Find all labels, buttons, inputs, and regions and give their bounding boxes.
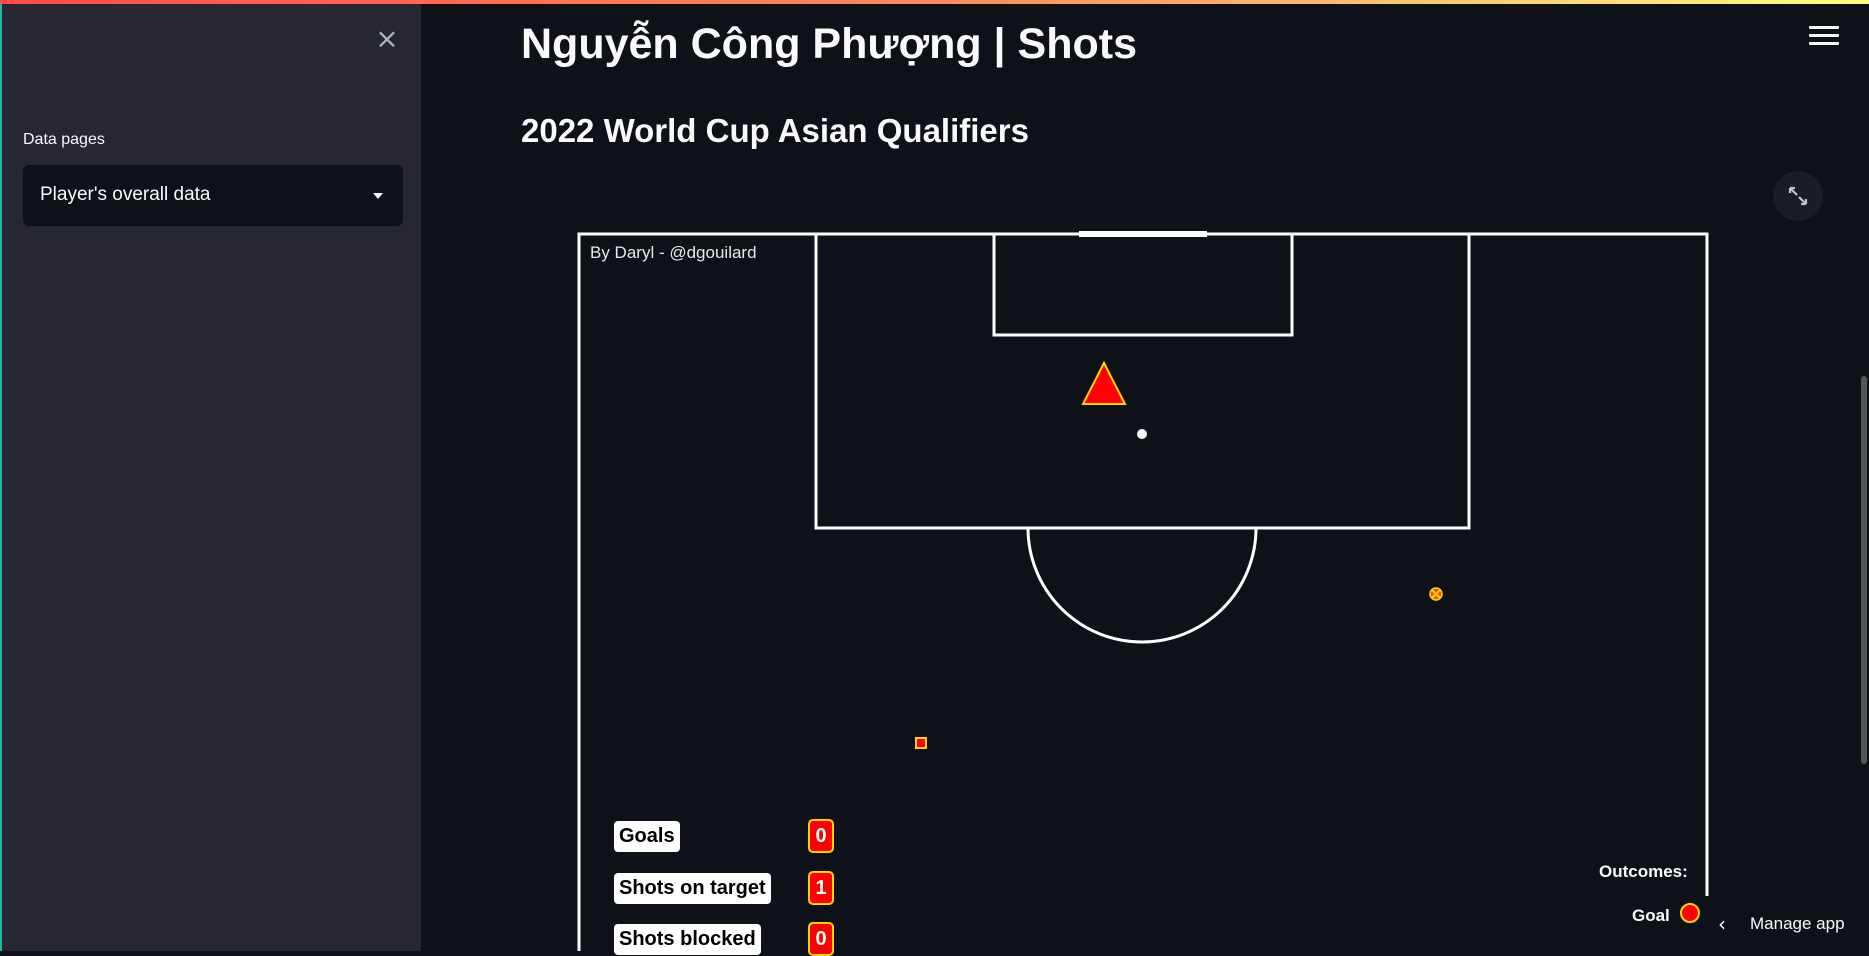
shot-marker-square xyxy=(915,737,927,749)
shot-marker-on-target xyxy=(1081,360,1127,405)
legend-title: Outcomes: xyxy=(1599,862,1688,881)
scrollbar[interactable] xyxy=(1861,376,1867,764)
stat-label-shots-blocked: Shots blocked xyxy=(614,924,761,955)
manage-app-button[interactable]: ‹ Manage app xyxy=(1700,896,1869,951)
manage-app-label: Manage app xyxy=(1750,914,1845,933)
stat-label-shots-on-target: Shots on target xyxy=(614,873,771,904)
shot-marker-cross xyxy=(1429,587,1443,601)
stat-value-shots-on-target: 1 xyxy=(808,871,834,905)
chart-credit: By Daryl - @dgouilard xyxy=(590,243,757,262)
six-yard-box xyxy=(992,232,1294,337)
stat-value-goals: 0 xyxy=(808,819,834,853)
pitch-outline xyxy=(577,232,1709,951)
chevron-left-icon: ‹ xyxy=(1718,912,1726,936)
shot-map-chart xyxy=(577,231,1709,951)
penalty-box xyxy=(814,232,1471,530)
legend-goal-marker xyxy=(1680,903,1700,923)
penalty-spot xyxy=(1137,429,1147,439)
stat-label-goals: Goals xyxy=(614,821,680,852)
penalty-arc xyxy=(1026,527,1258,644)
pitch-lines xyxy=(577,232,1709,951)
legend-item-goal: Goal xyxy=(1632,906,1670,925)
